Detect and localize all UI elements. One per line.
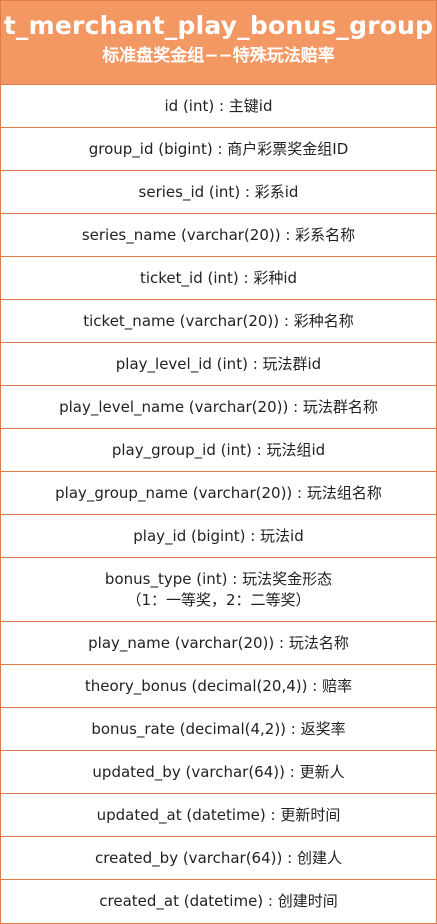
field-row-ticket-id: ticket_id (int) : 彩种id [1,257,436,300]
field-row-updated-by: updated_by (varchar(64)) : 更新人 [1,751,436,794]
field-row-play-name: play_name (varchar(20)) : 玩法名称 [1,622,436,665]
field-row-series-id: series_id (int) : 彩系id [1,171,436,214]
table-description: 标准盘奖金组−−特殊玩法赔率 [102,46,335,66]
field-row-bonus-type: bonus_type (int) : 玩法奖金形态 （1：一等奖，2：二等奖） [1,558,436,622]
field-row-id: id (int) : 主键id [1,85,436,128]
field-row-created-by: created_by (varchar(64)) : 创建人 [1,837,436,880]
field-row-play-level-name: play_level_name (varchar(20)) : 玩法群名称 [1,386,436,429]
field-row-play-id: play_id (bigint) : 玩法id [1,515,436,558]
entity-table: t_merchant_play_bonus_group 标准盘奖金组−−特殊玩法… [0,0,437,924]
field-row-group-id: group_id (bigint) : 商户彩票奖金组ID [1,128,436,171]
field-row-created-at: created_at (datetime) : 创建时间 [99,892,338,910]
field-row-updated-at: updated_at (datetime) : 更新时间 [1,794,436,837]
field-row-bonus-rate: bonus_rate (decimal(4,2)) : 返奖率 [1,708,436,751]
table-name: t_merchant_play_bonus_group [3,11,434,40]
field-row-series-name: series_name (varchar(20)) : 彩系名称 [1,214,436,257]
field-row-play-level-id: play_level_id (int) : 玩法群id [1,343,436,386]
field-row-ticket-name: ticket_name (varchar(20)) : 彩种名称 [1,300,436,343]
field-list: id (int) : 主键id group_id (bigint) : 商户彩票… [1,85,436,923]
field-row-play-group-name: play_group_name (varchar(20)) : 玩法组名称 [1,472,436,515]
field-row-play-group-id: play_group_id (int) : 玩法组id [1,429,436,472]
table-header: t_merchant_play_bonus_group 标准盘奖金组−−特殊玩法… [1,1,436,85]
field-row-theory-bonus: theory_bonus (decimal(20,4)) : 赔率 [1,665,436,708]
